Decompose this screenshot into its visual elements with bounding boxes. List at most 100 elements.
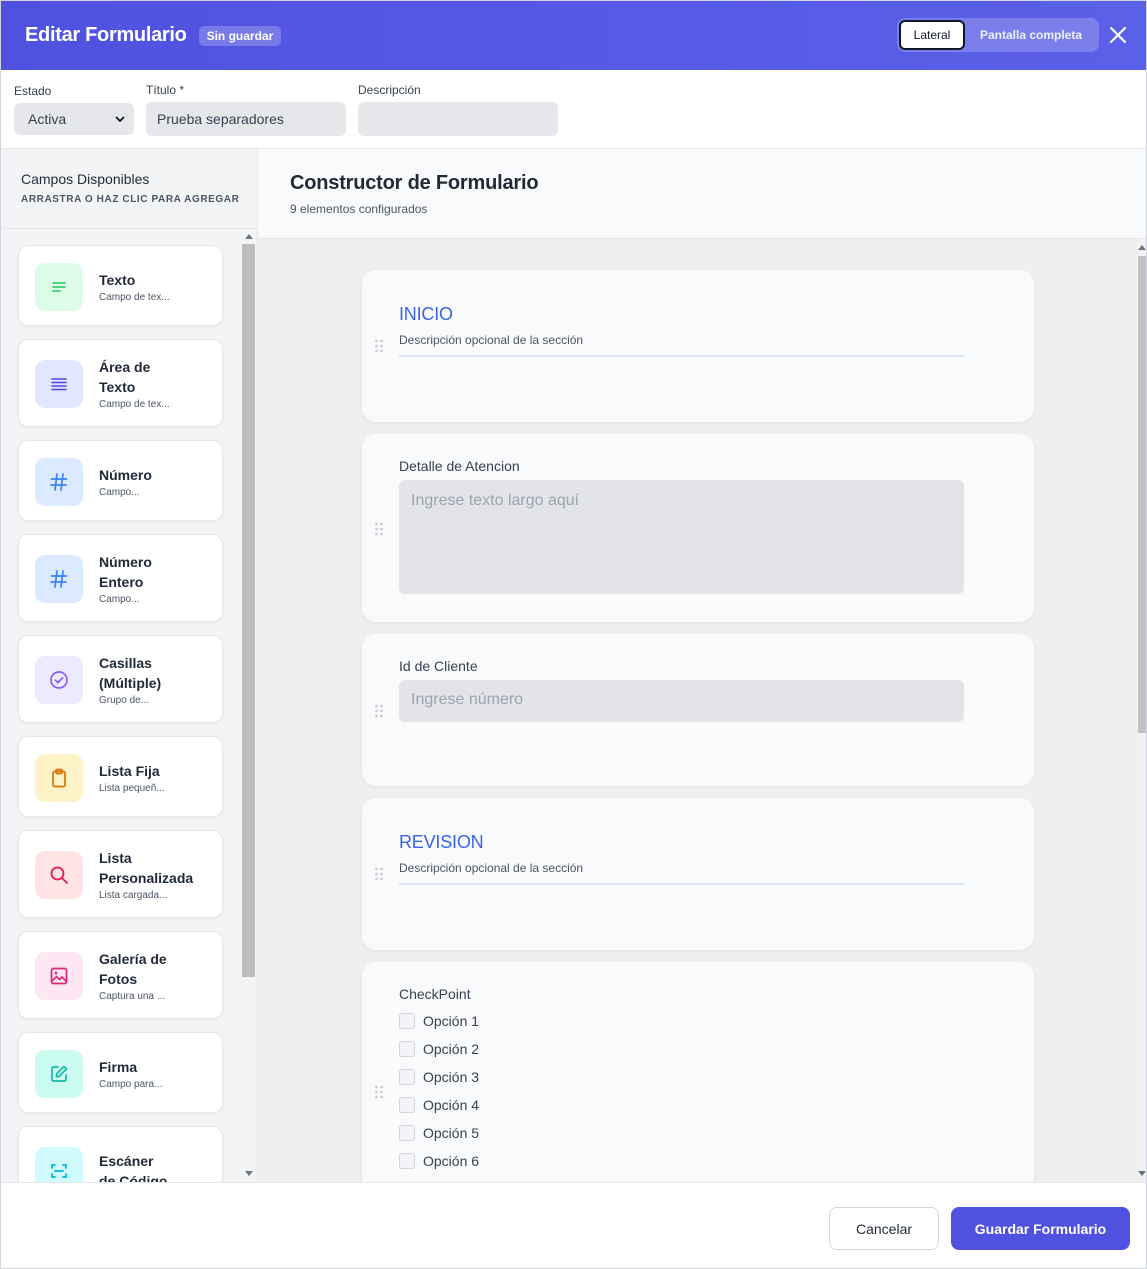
field-type-card[interactable]: Lista Fija Lista pequeñ...	[18, 736, 223, 817]
checkbox-option[interactable]: Opción 4	[399, 1097, 479, 1113]
drag-handle-icon[interactable]	[374, 704, 384, 718]
descripcion-label: Descripción	[358, 83, 421, 97]
field-type-card[interactable]: Área de Texto Campo de tex...	[18, 339, 223, 427]
field-type-card[interactable]: Texto Campo de tex...	[18, 245, 223, 326]
field-type-text: Galería de Fotos Captura una ...	[99, 949, 214, 1003]
textarea-lines-icon	[35, 360, 83, 408]
checkbox[interactable]	[399, 1069, 415, 1085]
field-type-text: Lista Fija Lista pequeñ...	[99, 761, 214, 795]
sidebar-title: Campos Disponibles	[21, 171, 150, 187]
checkbox[interactable]	[399, 1013, 415, 1029]
cancel-button[interactable]: Cancelar	[829, 1207, 939, 1250]
drag-handle-icon[interactable]	[374, 867, 384, 881]
field-type-name: Área de Texto	[99, 359, 151, 395]
field-type-name: Casillas (Múltiple)	[99, 655, 162, 691]
field-type-card[interactable]: Galería de Fotos Captura una ...	[18, 931, 223, 1019]
descripcion-input[interactable]	[358, 102, 558, 136]
field-type-card[interactable]: Lista Personalizada Lista cargada...	[18, 830, 223, 918]
field-card-textarea[interactable]: Detalle de Atencion Ingrese texto largo …	[362, 434, 1034, 622]
field-card-number[interactable]: Id de Cliente Ingrese número	[362, 634, 1034, 786]
header-bar: Editar Formulario Sin guardar Lateral Pa…	[1, 1, 1146, 70]
fields-sidebar: Campos Disponibles ARRASTRA O HAZ CLIC P…	[1, 149, 258, 1182]
hash-icon	[35, 458, 83, 506]
footer-bar: Cancelar Guardar Formulario	[1, 1182, 1146, 1268]
builder-subtitle: 9 elementos configurados	[290, 202, 428, 216]
field-type-description: Campo...	[99, 594, 140, 605]
section-divider	[399, 355, 964, 357]
checkbox-option[interactable]: Opción 1	[399, 1013, 479, 1029]
view-mode-toggle: Lateral Pantalla completa	[897, 18, 1099, 52]
chevron-down-icon	[115, 116, 125, 123]
builder-canvas: INICIO Descripción opcional de la secció…	[258, 239, 1146, 1182]
scroll-down-icon[interactable]	[1138, 1171, 1146, 1176]
checkbox-option[interactable]: Opción 2	[399, 1041, 479, 1057]
field-type-card[interactable]: Número Entero Campo...	[18, 534, 223, 622]
sidebar-header: Campos Disponibles ARRASTRA O HAZ CLIC P…	[1, 149, 257, 229]
field-type-name: Lista Fija	[99, 763, 160, 779]
option-label: Opción 2	[423, 1041, 480, 1057]
form-editor-window: Editar Formulario Sin guardar Lateral Pa…	[0, 0, 1147, 1269]
field-type-text: Número Entero Campo...	[99, 552, 214, 606]
section-card-inicio[interactable]: INICIO Descripción opcional de la secció…	[362, 270, 1034, 422]
scroll-down-icon[interactable]	[245, 1171, 253, 1176]
field-type-name: Número Entero	[99, 554, 152, 590]
sidebar-subtitle: ARRASTRA O HAZ CLIC PARA AGREGAR	[21, 194, 240, 205]
view-lateral-button[interactable]: Lateral	[899, 20, 965, 50]
checkbox[interactable]	[399, 1125, 415, 1141]
field-label: Id de Cliente	[399, 658, 478, 674]
field-type-description: Campo...	[99, 487, 140, 498]
close-icon[interactable]	[1106, 23, 1130, 47]
checkbox[interactable]	[399, 1153, 415, 1169]
field-type-name: Firma	[99, 1059, 138, 1075]
scroll-up-icon[interactable]	[1138, 245, 1146, 250]
option-label: Opción 1	[423, 1013, 480, 1029]
section-description: Descripción opcional de la sección	[399, 861, 584, 875]
scrollbar-thumb[interactable]	[242, 244, 255, 977]
clipboard-icon	[35, 754, 83, 802]
checkbox[interactable]	[399, 1041, 415, 1057]
drag-handle-icon[interactable]	[374, 339, 384, 353]
pen-square-icon	[35, 1050, 83, 1098]
field-type-list: Texto Campo de tex... Área de Texto Campo d…	[1, 230, 241, 1182]
field-type-card[interactable]: Número Campo...	[18, 440, 223, 521]
field-label: CheckPoint	[399, 986, 471, 1002]
checkbox[interactable]	[399, 1097, 415, 1113]
section-title: REVISION	[399, 832, 484, 852]
page-title: Editar Formulario	[25, 24, 187, 46]
section-title: INICIO	[399, 304, 453, 324]
form-properties: Estado Activa Título * Prueba separadore…	[1, 70, 1146, 149]
view-fullscreen-button[interactable]: Pantalla completa	[965, 20, 1097, 50]
scroll-up-icon[interactable]	[245, 234, 253, 239]
titulo-input[interactable]: Prueba separadores	[146, 102, 346, 136]
field-type-name: Lista Personalizada	[99, 850, 194, 886]
number-input-preview: Ingrese número	[399, 680, 964, 722]
save-form-button[interactable]: Guardar Formulario	[951, 1207, 1130, 1250]
canvas-scrollbar[interactable]	[1136, 239, 1146, 1182]
estado-select[interactable]: Activa	[14, 103, 134, 135]
search-icon	[35, 851, 83, 899]
scrollbar-thumb[interactable]	[1138, 256, 1146, 733]
field-type-name: Número	[99, 467, 152, 483]
checkbox-option[interactable]: Opción 3	[399, 1069, 479, 1085]
field-type-card[interactable]: Casillas (Múltiple) Grupo de...	[18, 635, 223, 723]
field-type-text: Lista Personalizada Lista cargada...	[99, 848, 214, 902]
field-type-text: Escáner de Código	[99, 1151, 214, 1182]
sidebar-scrollbar[interactable]	[241, 230, 257, 1182]
field-type-card[interactable]: Escáner de Código	[18, 1126, 223, 1182]
drag-handle-icon[interactable]	[374, 1085, 384, 1099]
drag-handle-icon[interactable]	[374, 522, 384, 536]
checkbox-option[interactable]: Opción 6	[399, 1153, 479, 1169]
section-card-revision[interactable]: REVISION Descripción opcional de la secc…	[362, 798, 1034, 950]
checkbox-option[interactable]: Opción 5	[399, 1125, 479, 1141]
titulo-label: Título *	[146, 83, 185, 97]
field-type-card[interactable]: Firma Campo para...	[18, 1032, 223, 1113]
field-type-description: Lista pequeñ...	[99, 783, 165, 794]
hash-icon	[35, 555, 83, 603]
field-card-checkbox-group[interactable]: CheckPoint Opción 1 Opción 2 Opción 3 Op…	[362, 962, 1034, 1182]
field-type-description: Grupo de...	[99, 695, 150, 706]
textarea-preview: Ingrese texto largo aquí	[399, 480, 964, 594]
option-label: Opción 4	[423, 1097, 480, 1113]
image-icon	[35, 952, 83, 1000]
section-divider	[399, 883, 964, 885]
scan-icon	[35, 1147, 83, 1182]
